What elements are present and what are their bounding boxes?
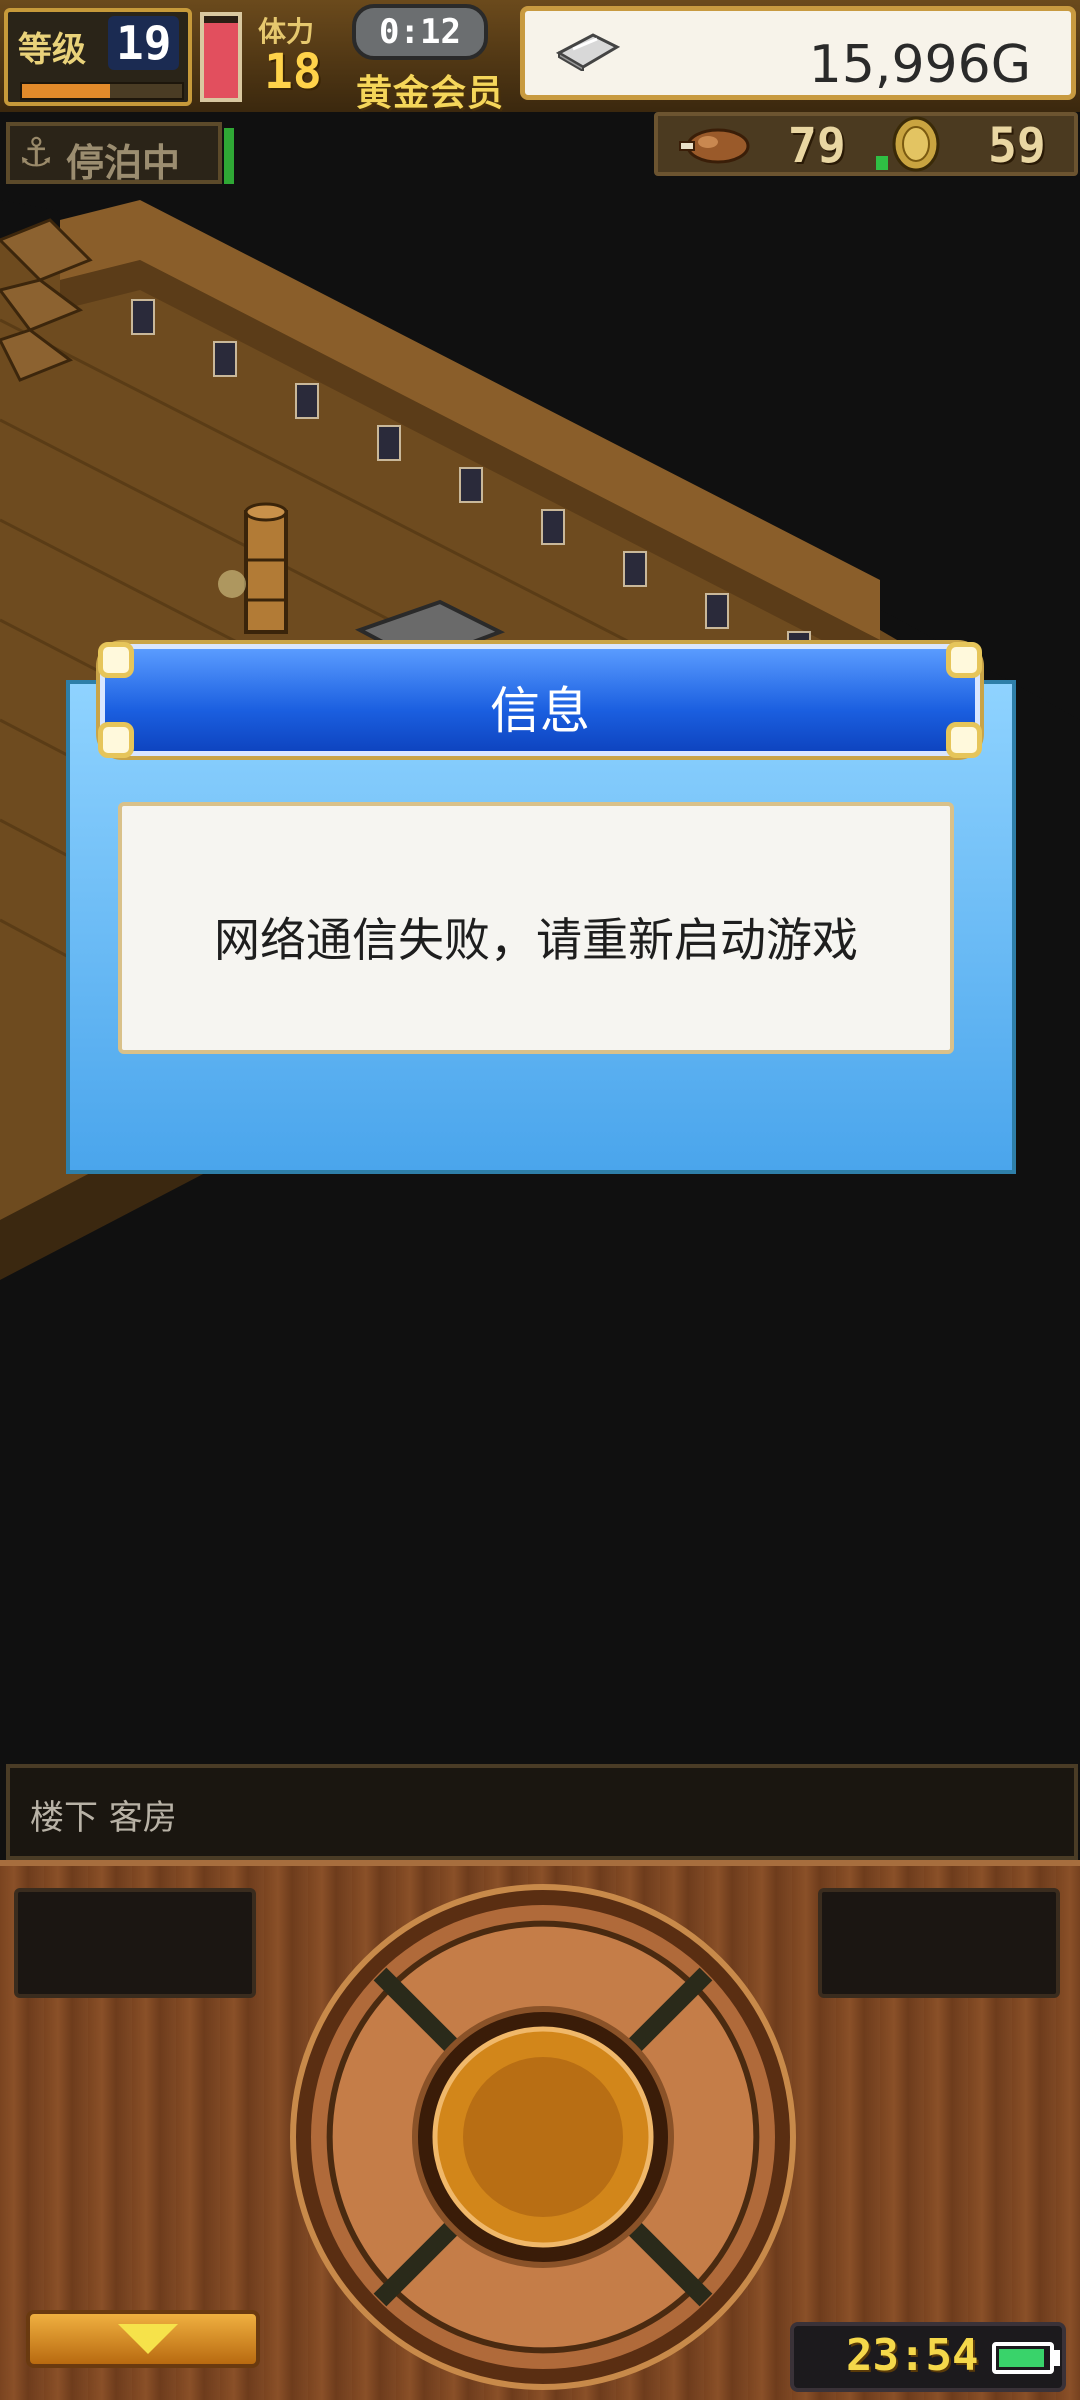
right-action-slot[interactable] [818, 1888, 1060, 1998]
money-value: 15,996G [808, 35, 1031, 95]
xp-bar-fill [22, 84, 110, 98]
left-action-slot[interactable] [14, 1888, 256, 1998]
dialog-header: 信息 [100, 644, 980, 756]
timer-value: 0:12 [379, 12, 461, 52]
xp-bar [20, 82, 184, 100]
stamina-gauge [200, 12, 242, 102]
status-panel: ⚓ 停泊中 [6, 122, 222, 185]
dialog-corner-ornament [98, 722, 134, 758]
battery-tip [1054, 2350, 1060, 2366]
resources-panel: 79 59 [654, 112, 1078, 176]
gold-coin-icon [892, 116, 940, 172]
expand-menu-button[interactable] [26, 2310, 260, 2368]
status-text: 停泊中 [66, 141, 181, 185]
level-label: 等级 [18, 30, 86, 70]
dialog-message-box[interactable]: 网络通信失败，请重新启动游戏 [118, 802, 954, 1054]
dialog-title: 信息 [490, 682, 590, 740]
battery-icon [992, 2342, 1054, 2374]
clock-panel: 23:54 [790, 2322, 1066, 2392]
location-bar: 楼下 客房 [6, 1764, 1078, 1860]
anchor-icon: ⚓ [18, 130, 54, 176]
stamina-gauge-fill [204, 22, 238, 98]
money-panel[interactable]: 15,996G [520, 6, 1076, 100]
direction-pad[interactable] [290, 1884, 796, 2390]
food-value: 79 [788, 118, 846, 174]
coin-value: 59 [988, 118, 1046, 174]
dialog-corner-ornament [946, 722, 982, 758]
dialog-corner-ornament [98, 642, 134, 678]
down-arrow-icon [118, 2324, 178, 2354]
timer-panel: 0:12 [352, 4, 488, 60]
roast-meat-icon [679, 128, 750, 164]
signal-indicator [224, 128, 234, 184]
silver-ingot-icon [555, 33, 621, 71]
level-panel: 等级 19 [4, 8, 192, 106]
clock-value: 23:54 [846, 2330, 979, 2381]
dialog-corner-ornament [946, 642, 982, 678]
level-value: 19 [108, 16, 180, 70]
battery-fill [999, 2349, 1045, 2367]
location-text: 楼下 客房 [30, 1798, 177, 1838]
membership-badge[interactable]: 黄金会员 [356, 64, 504, 116]
food-indicator [876, 156, 888, 170]
physical-value: 18 [264, 44, 322, 100]
dialog-message: 网络通信失败，请重新启动游戏 [214, 913, 858, 967]
